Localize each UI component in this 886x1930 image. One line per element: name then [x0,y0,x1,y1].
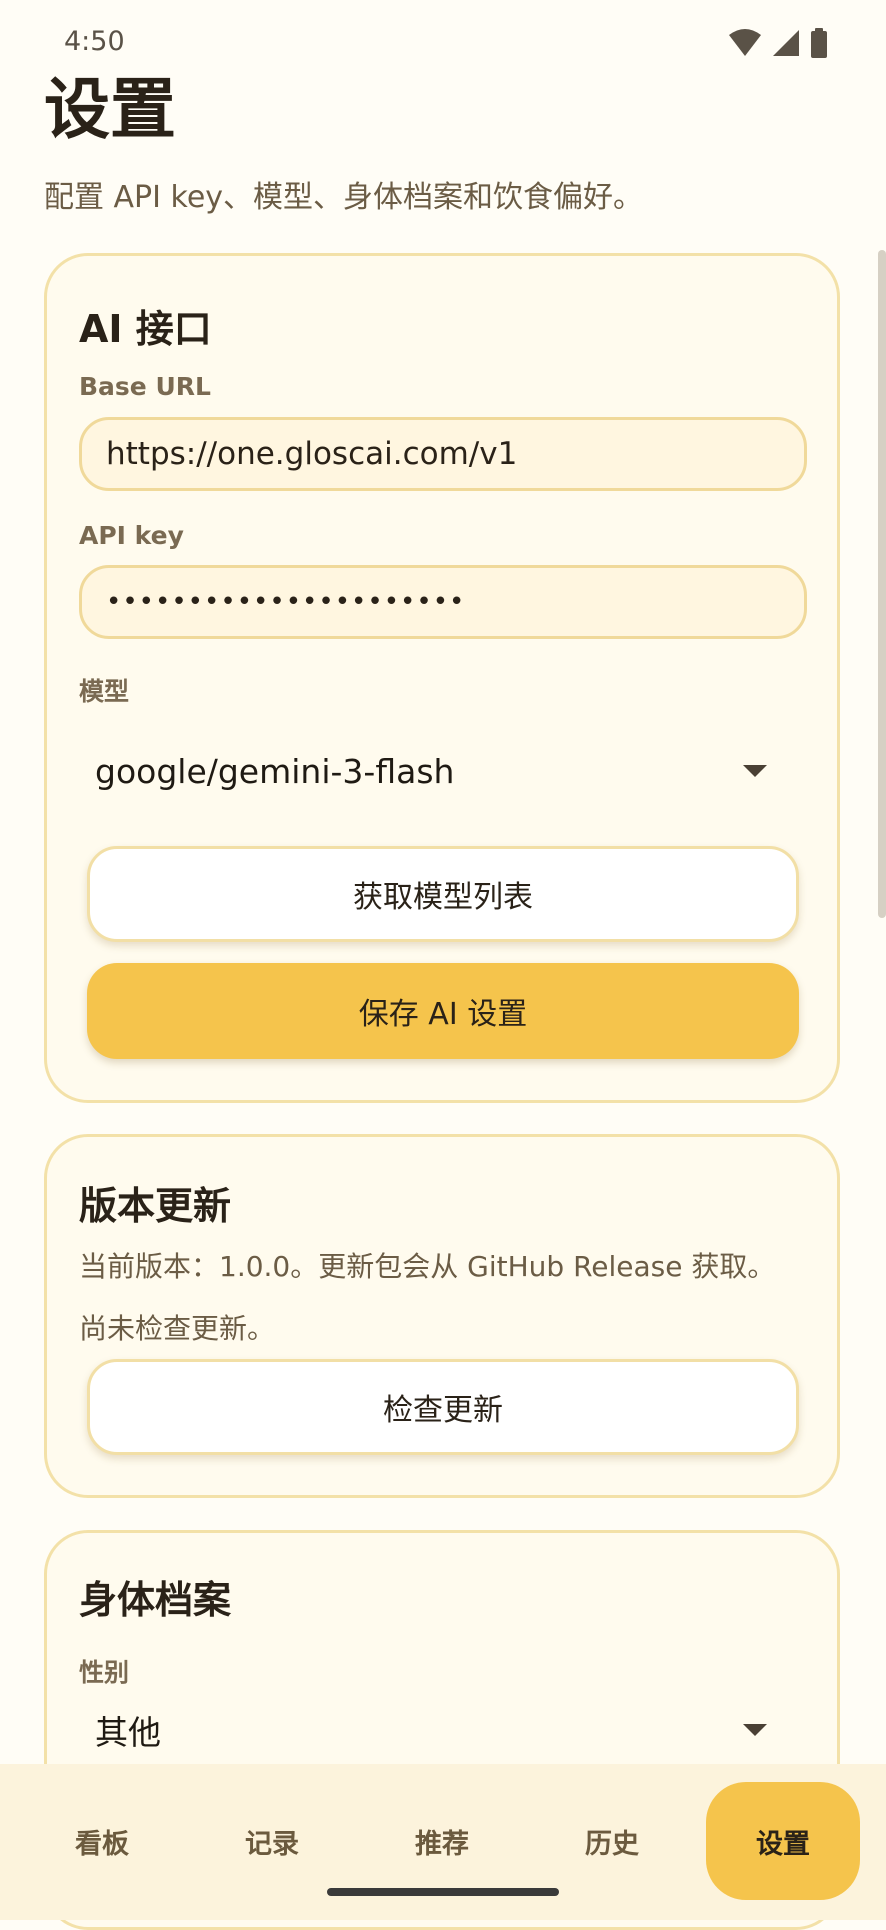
page-title: 设置 [44,71,176,148]
status-time: 4:50 [64,26,125,57]
model-label: 模型 [79,677,130,706]
bottom-navigation: 看板 记录 推荐 历史 设置 [0,1764,886,1920]
profile-card-title: 身体档案 [79,1578,232,1622]
base-url-input[interactable]: https://one.gloscai.com/v1 [79,417,807,491]
model-value: google/gemini-3-flash [95,751,455,791]
wifi-icon [729,29,761,56]
base-url-value: https://one.gloscai.com/v1 [106,436,518,472]
api-key-input[interactable]: •••••••••••••••••••••• [79,565,807,639]
api-key-label: API key [79,521,184,550]
save-ai-settings-button[interactable]: 保存 AI 设置 [87,963,799,1059]
update-status-text: 尚未检查更新。 [79,1312,276,1345]
nav-item-settings[interactable]: 设置 [706,1782,860,1900]
scrollbar[interactable] [878,250,886,918]
api-key-value: •••••••••••••••••••••• [106,587,466,617]
nav-item-history[interactable]: 历史 [535,1782,689,1900]
model-dropdown[interactable]: google/gemini-3-flash [79,729,807,813]
page-subtitle: 配置 API key、模型、身体档案和饮食偏好。 [44,180,644,215]
nav-item-recommend[interactable]: 推荐 [365,1782,519,1900]
nav-item-dashboard[interactable]: 看板 [25,1782,179,1900]
status-bar: 4:50 [0,0,886,80]
chevron-down-icon [743,765,767,777]
status-icons [728,28,828,58]
chevron-down-icon [743,1724,767,1736]
gender-value: 其他 [95,1713,161,1752]
version-text: 当前版本：1.0.0。更新包会从 GitHub Release 获取。 [79,1250,776,1283]
signal-icon [773,30,799,56]
ai-settings-card: AI 接口 Base URL https://one.gloscai.com/v… [44,253,840,1103]
fetch-models-button[interactable]: 获取模型列表 [87,846,799,942]
version-update-card: 版本更新 当前版本：1.0.0。更新包会从 GitHub Release 获取。… [44,1134,840,1498]
update-card-title: 版本更新 [79,1184,232,1228]
check-update-button[interactable]: 检查更新 [87,1359,799,1455]
battery-icon [811,28,827,58]
base-url-label: Base URL [79,372,211,401]
home-indicator[interactable] [327,1888,559,1896]
gender-dropdown[interactable]: 其他 [79,1688,807,1772]
nav-item-records[interactable]: 记录 [195,1782,349,1900]
gender-label: 性别 [79,1658,130,1687]
ai-card-title: AI 接口 [79,307,212,351]
